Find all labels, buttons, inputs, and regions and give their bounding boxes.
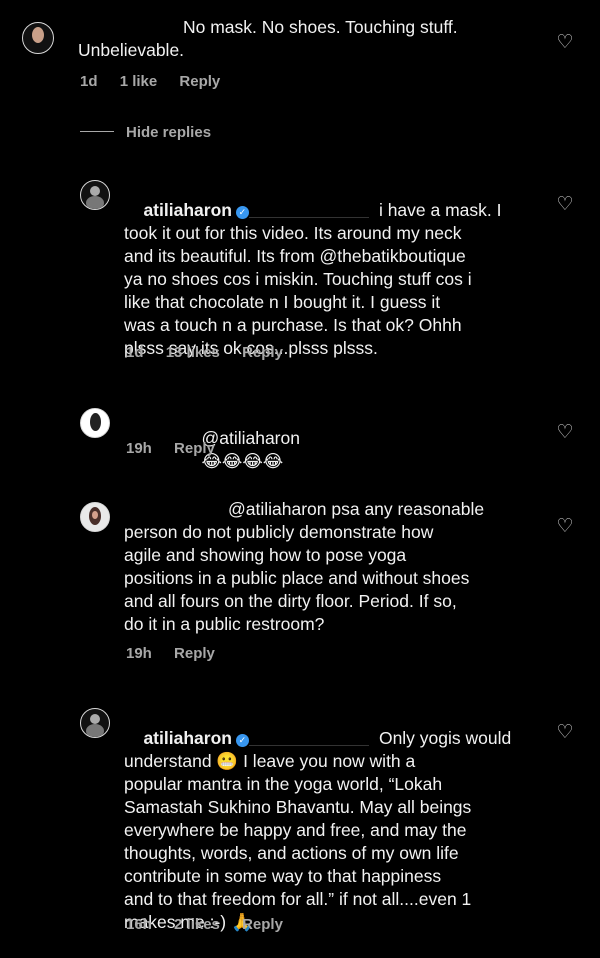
comment-meta: 19h Reply: [126, 645, 233, 662]
heart-outline-icon[interactable]: ♡: [556, 33, 574, 52]
likes-count[interactable]: 1 like: [120, 73, 158, 90]
likes-count[interactable]: 13 likes: [166, 344, 220, 361]
avatar[interactable]: [80, 708, 110, 738]
reply-button[interactable]: Reply: [242, 916, 283, 933]
comment-body: Only yogis would understand 😬 I leave yo…: [124, 728, 512, 932]
heart-outline-icon[interactable]: ♡: [556, 195, 574, 214]
timestamp: 19h: [126, 645, 152, 662]
comment-text: @atiliaharon 😂😂😂😂: [182, 404, 562, 496]
comment-text: @atiliaharon psa any reasonable person d…: [124, 499, 485, 634]
username[interactable]: atiliaharon: [143, 200, 232, 220]
timestamp: 1d: [80, 73, 98, 90]
timestamp: 1d: [126, 344, 144, 361]
hide-replies-button[interactable]: Hide replies: [80, 124, 211, 141]
comment-body: i have a mask. I took it out for this vi…: [124, 200, 502, 358]
username[interactable]: atiliaharon: [143, 728, 232, 748]
avatar[interactable]: [80, 502, 110, 532]
reply-button[interactable]: Reply: [174, 440, 215, 457]
hide-replies-label: Hide replies: [126, 124, 212, 141]
reply-button[interactable]: Reply: [179, 73, 220, 90]
verified-badge-icon: ✓: [235, 206, 249, 219]
verified-badge-icon: ✓: [235, 734, 249, 747]
timestamp: 16h: [126, 916, 152, 933]
redacted-mention: [248, 203, 369, 218]
comment-meta: 1d 1 like Reply: [80, 73, 238, 90]
heart-outline-icon[interactable]: ♡: [556, 423, 574, 442]
redacted-mention: [248, 731, 369, 746]
avatar[interactable]: [80, 180, 110, 210]
heart-outline-icon[interactable]: ♡: [556, 723, 574, 742]
avatar[interactable]: [80, 408, 110, 438]
divider: [80, 131, 114, 132]
comment-meta: 19h Reply: [126, 440, 233, 457]
timestamp: 19h: [126, 440, 152, 457]
comment-meta: 1d 13 likes Reply: [126, 344, 301, 361]
reply-button[interactable]: Reply: [242, 344, 283, 361]
likes-count[interactable]: 2 likes: [174, 916, 220, 933]
reply-button[interactable]: Reply: [174, 645, 215, 662]
comment-meta: 16h 2 likes Reply: [126, 916, 301, 933]
heart-outline-icon[interactable]: ♡: [556, 517, 574, 536]
avatar[interactable]: [22, 22, 54, 54]
comment-text: No mask. No shoes. Touching stuff. Unbel…: [78, 17, 458, 60]
